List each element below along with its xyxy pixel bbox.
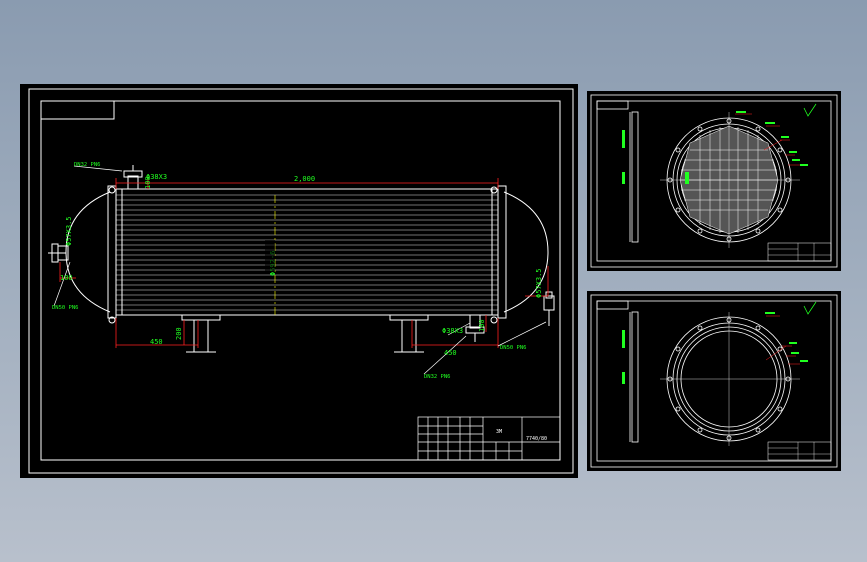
title-block-name: 3M [496, 429, 502, 435]
label-overall-length: 2,000 [294, 175, 315, 183]
title-block-code: 7740/80 [526, 436, 547, 442]
label-dim-450-right: 450 [444, 349, 457, 357]
label-dim-100-left: 100 [60, 274, 73, 282]
label-nozzle-right: DN50 PN6 [500, 345, 527, 351]
label-tube-bottom: Φ38X3 [442, 327, 463, 335]
label-dim-450-left: 450 [150, 338, 163, 346]
label-shell-left: Φ57X3.5 [65, 216, 73, 246]
shell-label-bg [265, 240, 275, 272]
label-dim-100-top: 100 [144, 176, 152, 189]
label-dim-100-bottom: 100 [478, 319, 486, 332]
label-nozzle-bottom: DN32 PN6 [424, 374, 451, 380]
side-sheet-bottom [587, 291, 841, 471]
label-dim-200: 200 [175, 327, 183, 340]
label-shell-right: Φ57X3.5 [535, 268, 543, 298]
label-nozzle-top-left: DN32 PN6 [74, 162, 101, 168]
main-sheet [20, 84, 578, 478]
label-nozzle-left: DN50 PN6 [52, 305, 79, 311]
